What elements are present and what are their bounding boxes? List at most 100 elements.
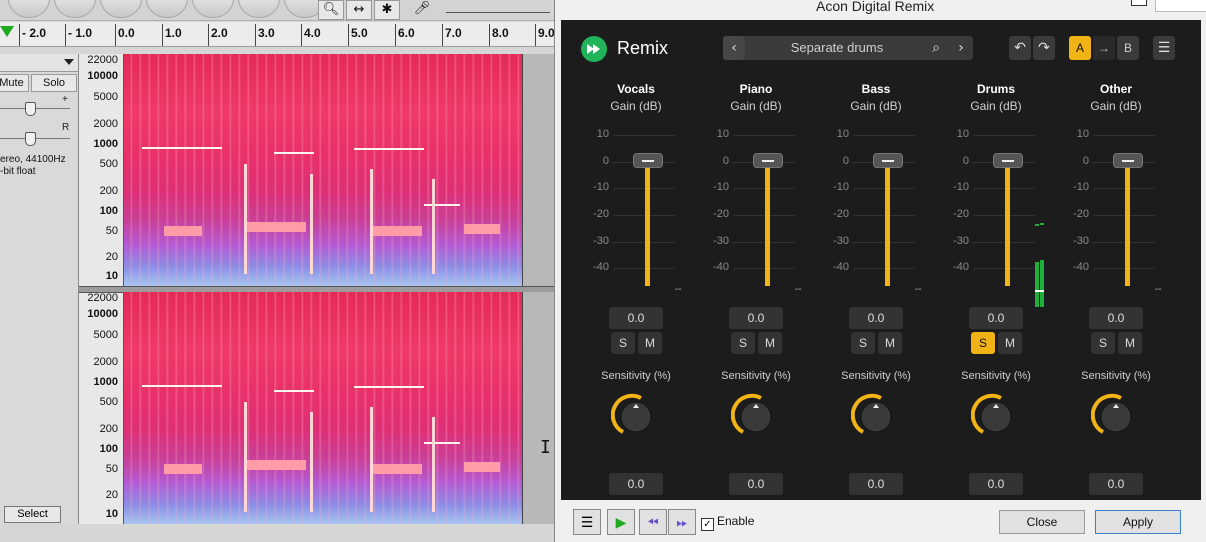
mute-button[interactable]: M bbox=[758, 332, 782, 354]
multi-tool-icon[interactable]: ✱ bbox=[374, 0, 400, 20]
time-shift-tool-icon[interactable]: ↔ bbox=[346, 0, 372, 20]
toolbar-knob[interactable] bbox=[238, 0, 280, 18]
sensitivity-knob[interactable] bbox=[971, 392, 1021, 442]
solo-button-active[interactable]: S bbox=[971, 332, 995, 354]
b-slot-button[interactable]: B bbox=[1117, 36, 1139, 60]
search-icon[interactable]: ⌕ bbox=[925, 36, 947, 60]
scale-label: 0 bbox=[602, 155, 609, 167]
zoom-tool-icon[interactable]: 🔍︎ bbox=[318, 0, 344, 20]
chevron-left-icon[interactable]: ‹ bbox=[723, 36, 745, 60]
grid-line bbox=[1093, 268, 1155, 269]
microphone-icon[interactable]: 🎤︎ bbox=[410, 0, 434, 18]
gain-value[interactable]: 0.0 bbox=[609, 307, 663, 329]
apply-button[interactable]: Apply bbox=[1095, 510, 1181, 534]
window-titlebar[interactable]: Acon Digital Remix bbox=[555, 0, 1206, 20]
enable-checkbox[interactable]: ✓ Enable bbox=[701, 514, 754, 531]
freq-label: 500 bbox=[99, 396, 118, 408]
copy-a-to-b-icon[interactable]: → bbox=[1093, 36, 1115, 60]
sensitivity-value[interactable]: 0.0 bbox=[729, 473, 783, 495]
window-close-button[interactable] bbox=[1155, 0, 1206, 12]
freq-label: 20 bbox=[105, 489, 118, 501]
hamburger-menu-icon[interactable]: ☰ bbox=[1153, 36, 1175, 60]
fast-forward-icon[interactable]: ⏩︎ bbox=[668, 509, 696, 535]
sensitivity-value[interactable]: 0.0 bbox=[1089, 473, 1143, 495]
solo-button[interactable]: S bbox=[611, 332, 635, 354]
gain-label: Gain (dB) bbox=[610, 99, 662, 113]
gain-fader[interactable] bbox=[993, 153, 1023, 168]
gain-fader[interactable] bbox=[633, 153, 663, 168]
toolbar-knob[interactable] bbox=[192, 0, 234, 18]
gain-fader[interactable] bbox=[753, 153, 783, 168]
playback-speed-slider[interactable] bbox=[446, 4, 550, 13]
track-menu-button[interactable] bbox=[0, 54, 78, 72]
mute-button[interactable]: M bbox=[1118, 332, 1142, 354]
sensitivity-value[interactable]: 0.0 bbox=[609, 473, 663, 495]
pan-slider-thumb[interactable] bbox=[25, 132, 36, 146]
spectral-band bbox=[246, 222, 306, 232]
spectral-band bbox=[372, 464, 422, 474]
chevron-right-icon[interactable]: › bbox=[950, 36, 972, 60]
solo-button[interactable]: Solo bbox=[31, 74, 77, 92]
spectrogram-right-channel[interactable] bbox=[124, 292, 523, 524]
ruler-tick: 2.0 bbox=[208, 24, 228, 46]
grid-line bbox=[613, 242, 675, 243]
sensitivity-knob[interactable] bbox=[851, 392, 901, 442]
mute-button[interactable]: M bbox=[998, 332, 1022, 354]
gain-label: Gain (dB) bbox=[850, 99, 902, 113]
grid-line bbox=[733, 268, 795, 269]
meter-rms-marker bbox=[1035, 290, 1044, 292]
play-head-icon[interactable] bbox=[0, 26, 14, 37]
toolbar-knob[interactable] bbox=[54, 0, 96, 18]
plugin-title: Remix bbox=[617, 38, 669, 58]
toolbar-knob[interactable] bbox=[100, 0, 142, 18]
sensitivity-value[interactable]: 0.0 bbox=[969, 473, 1023, 495]
solo-button[interactable]: S bbox=[731, 332, 755, 354]
checkmark-icon[interactable]: ✓ bbox=[701, 518, 714, 531]
gain-value[interactable]: 0.0 bbox=[969, 307, 1023, 329]
gain-slider-thumb[interactable] bbox=[25, 102, 36, 116]
gain-fader[interactable] bbox=[873, 153, 903, 168]
spectral-band bbox=[372, 226, 422, 236]
a-slot-button[interactable]: A bbox=[1069, 36, 1091, 60]
close-button[interactable]: Close bbox=[999, 510, 1085, 534]
play-icon[interactable]: ▶ bbox=[607, 509, 635, 535]
frequency-ruler-top[interactable]: 22000 10000 5000 2000 1000 500 200 100 5… bbox=[79, 54, 124, 286]
mute-button[interactable]: M bbox=[638, 332, 662, 354]
mute-button[interactable]: Mute bbox=[0, 74, 29, 92]
redo-icon[interactable]: ↷ bbox=[1033, 36, 1055, 60]
track-control-panel: Mute Solo + R ereo, 44100Hz -bit float bbox=[0, 54, 79, 524]
sensitivity-value[interactable]: 0.0 bbox=[849, 473, 903, 495]
toolbar-knob[interactable] bbox=[8, 0, 50, 18]
menu-icon[interactable]: ☰ bbox=[573, 509, 601, 535]
solo-button[interactable]: S bbox=[1091, 332, 1115, 354]
grid-line bbox=[973, 242, 1035, 243]
preset-name[interactable]: Separate drums bbox=[747, 40, 927, 55]
scale-label: -40 bbox=[713, 261, 729, 273]
grid-line bbox=[973, 268, 1035, 269]
toolbar-knob[interactable] bbox=[146, 0, 188, 18]
mute-button[interactable]: M bbox=[878, 332, 902, 354]
remix-plugin-window: Acon Digital Remix Remix ‹ Separate drum… bbox=[554, 0, 1206, 542]
sensitivity-knob[interactable] bbox=[611, 392, 661, 442]
scale-label: -20 bbox=[953, 208, 969, 220]
undo-icon[interactable]: ↶ bbox=[1009, 36, 1031, 60]
select-button[interactable]: Select bbox=[4, 506, 61, 523]
spectrogram-left-channel[interactable] bbox=[124, 54, 523, 286]
maximize-icon[interactable] bbox=[1131, 0, 1147, 6]
gain-fader[interactable] bbox=[1113, 153, 1143, 168]
gain-value[interactable]: 0.0 bbox=[729, 307, 783, 329]
transient bbox=[432, 417, 435, 512]
gain-value[interactable]: 0.0 bbox=[1089, 307, 1143, 329]
gain-value[interactable]: 0.0 bbox=[849, 307, 903, 329]
sensitivity-knob[interactable] bbox=[1091, 392, 1141, 442]
channel-strip-piano: Piano Gain (dB) 10 0 -10 -20 -30 -40 -- … bbox=[701, 82, 811, 495]
solo-button[interactable]: S bbox=[851, 332, 875, 354]
rewind-icon[interactable]: ⏪︎ bbox=[639, 509, 667, 535]
scale-label: -30 bbox=[593, 235, 609, 247]
sensitivity-knob[interactable] bbox=[731, 392, 781, 442]
frequency-ruler-bottom[interactable]: 22000 10000 5000 2000 1000 500 200 100 5… bbox=[79, 292, 124, 524]
transient bbox=[310, 412, 313, 512]
timeline-ruler[interactable]: - 2.0 - 1.0 0.0 1.0 2.0 3.0 4.0 5.0 6.0 … bbox=[0, 22, 560, 47]
scale-label: -20 bbox=[1073, 208, 1089, 220]
grid-line bbox=[613, 135, 675, 136]
